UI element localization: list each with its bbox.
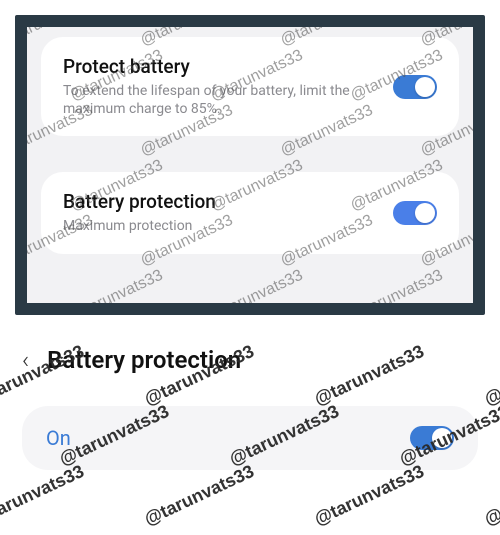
battery-protection-subtitle: Maximum protection	[63, 217, 381, 235]
protect-battery-toggle[interactable]	[393, 75, 437, 99]
protect-battery-card: Protect battery To extend the lifespan o…	[41, 37, 459, 136]
bottom-settings-screen: ‹ Battery protection On @tarunvats33@tar…	[0, 330, 500, 470]
page-title: Battery protection	[47, 346, 241, 374]
back-icon[interactable]: ‹	[22, 346, 29, 374]
status-card: On	[22, 406, 478, 470]
top-settings-panel: Protect battery To extend the lifespan o…	[15, 15, 485, 315]
status-toggle[interactable]	[410, 426, 454, 450]
status-label: On	[46, 426, 71, 450]
battery-protection-card[interactable]: Battery protection Maximum protection	[41, 172, 459, 253]
battery-protection-title: Battery protection	[63, 190, 381, 213]
battery-protection-toggle[interactable]	[393, 201, 437, 225]
protect-battery-description: To extend the lifespan of your battery, …	[63, 82, 381, 118]
protect-battery-title: Protect battery	[63, 55, 381, 78]
